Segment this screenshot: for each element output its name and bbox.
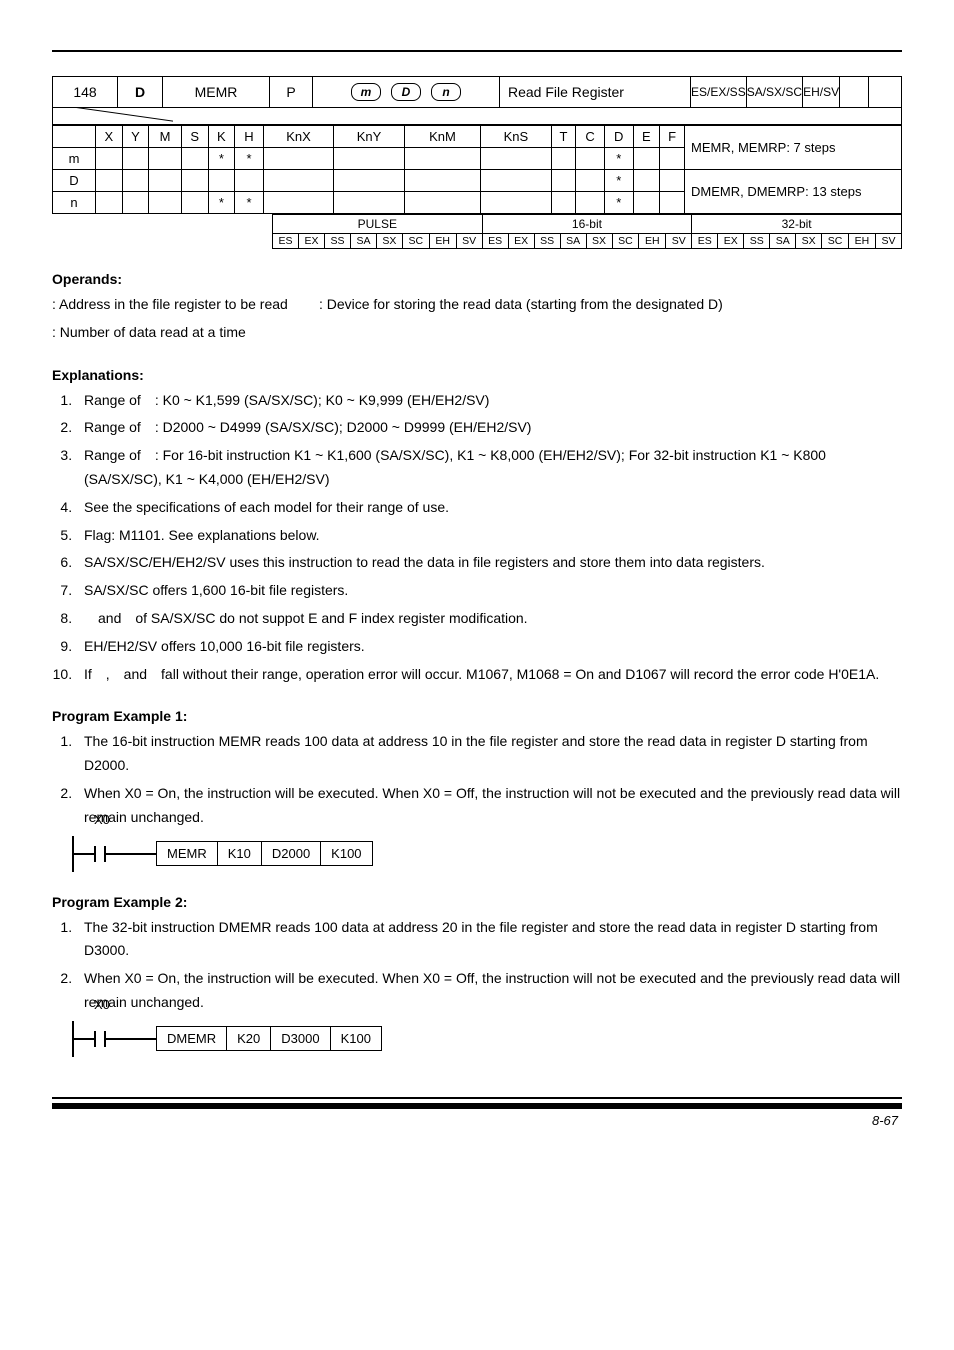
optable-corner <box>53 126 96 148</box>
api-description: Read File Register <box>500 77 691 107</box>
inst-p3: K100 <box>331 1027 381 1050</box>
contact-icon <box>94 846 106 862</box>
list-item: The 16-bit instruction MEMR reads 100 da… <box>76 730 902 778</box>
ctrl-blank1 <box>840 77 869 107</box>
operand-d-icon: D <box>391 83 421 101</box>
list-item: When X0 = On, the instruction will be ex… <box>76 782 902 830</box>
inst-p3: K100 <box>321 842 371 865</box>
operands-heading: Operands: <box>52 271 902 287</box>
pe2-ladder: X0 DMEMR K20 D3000 K100 <box>72 1021 902 1057</box>
contact-label: X0 <box>94 812 110 827</box>
contact-label: X0 <box>94 997 110 1012</box>
list-item: Flag: M1101. See explanations below. <box>76 524 902 548</box>
list-item: When X0 = On, the instruction will be ex… <box>76 967 902 1015</box>
pe2-list: The 32-bit instruction DMEMR reads 100 d… <box>52 916 902 1015</box>
api-operands: m D n <box>313 77 500 107</box>
inst-name: DMEMR <box>157 1027 227 1050</box>
page-number: 8-67 <box>52 1113 902 1128</box>
instruction-box: MEMR K10 D2000 K100 <box>156 841 373 866</box>
list-item: SA/SX/SC/EH/EH2/SV uses this instruction… <box>76 551 902 575</box>
inst-p2: D3000 <box>271 1027 330 1050</box>
api-p-flag: P <box>270 77 313 107</box>
top-divider <box>52 50 902 52</box>
optable-row-d: D * DMEMR, DMEMRP: 13 steps <box>53 170 902 192</box>
operands-line2: : Number of data read at a time <box>52 321 902 345</box>
explanations-list: Range of : K0 ~ K1,599 (SA/SX/SC); K0 ~ … <box>52 389 902 687</box>
steps-bottom: DMEMR, DMEMRP: 13 steps <box>685 170 902 214</box>
ctrl-eh: EH/SV <box>803 77 840 107</box>
ctrl-sa: SA/SX/SC <box>747 77 803 107</box>
list-item: Range of : K0 ~ K1,599 (SA/SX/SC); K0 ~ … <box>76 389 902 413</box>
api-number: 148 <box>53 77 118 107</box>
list-item: If , and fall without their range, opera… <box>76 663 902 687</box>
list-item: See the specifications of each model for… <box>76 496 902 520</box>
diag-spacer <box>52 108 902 125</box>
controllers-cell: ES/EX/SS SA/SX/SC EH/SV <box>691 77 901 107</box>
inst-p1: K20 <box>227 1027 271 1050</box>
api-header: 148 D MEMR P m D n Read File Register ES… <box>52 76 902 249</box>
steps-top: MEMR, MEMRP: 7 steps <box>685 126 902 170</box>
list-item: Range of : D2000 ~ D4999 (SA/SX/SC); D20… <box>76 416 902 440</box>
explanations-heading: Explanations: <box>52 367 902 383</box>
contact-icon <box>94 1031 106 1047</box>
api-d-flag: D <box>118 77 163 107</box>
operand-table: X Y M S K H KnX KnY KnM KnS T C D E F ME… <box>52 125 902 214</box>
instruction-box: DMEMR K20 D3000 K100 <box>156 1026 382 1051</box>
inst-p2: D2000 <box>262 842 321 865</box>
inst-name: MEMR <box>157 842 218 865</box>
list-item: EH/EH2/SV offers 10,000 16-bit file regi… <box>76 635 902 659</box>
ctrl-blank2 <box>869 77 901 107</box>
pe2-heading: Program Example 2: <box>52 894 902 910</box>
list-item: SA/SX/SC offers 1,600 16-bit file regist… <box>76 579 902 603</box>
operands-line1: : Address in the file register to be rea… <box>52 293 902 317</box>
api-name: MEMR <box>163 77 270 107</box>
page-container: 148 D MEMR P m D n Read File Register ES… <box>12 0 942 1148</box>
list-item: The 32-bit instruction DMEMR reads 100 d… <box>76 916 902 964</box>
list-item: Range of : For 16-bit instruction K1 ~ K… <box>76 444 902 492</box>
optable-header-row: X Y M S K H KnX KnY KnM KnS T C D E F ME… <box>53 126 902 148</box>
ctrl-es: ES/EX/SS <box>691 77 747 107</box>
page-footer: 8-67 <box>52 1097 902 1128</box>
pe1-list: The 16-bit instruction MEMR reads 100 da… <box>52 730 902 829</box>
operand-m-icon: m <box>351 83 381 101</box>
pe1-heading: Program Example 1: <box>52 708 902 724</box>
pe1-ladder: X0 MEMR K10 D2000 K100 <box>72 836 902 872</box>
operand-n-icon: n <box>431 83 461 101</box>
inst-p1: K10 <box>218 842 262 865</box>
list-item: and of SA/SX/SC do not suppot E and F in… <box>76 607 902 631</box>
pulse-table: PULSE 16-bit 32-bit ESEXSSSASXSCEHSV ESE… <box>272 214 902 249</box>
